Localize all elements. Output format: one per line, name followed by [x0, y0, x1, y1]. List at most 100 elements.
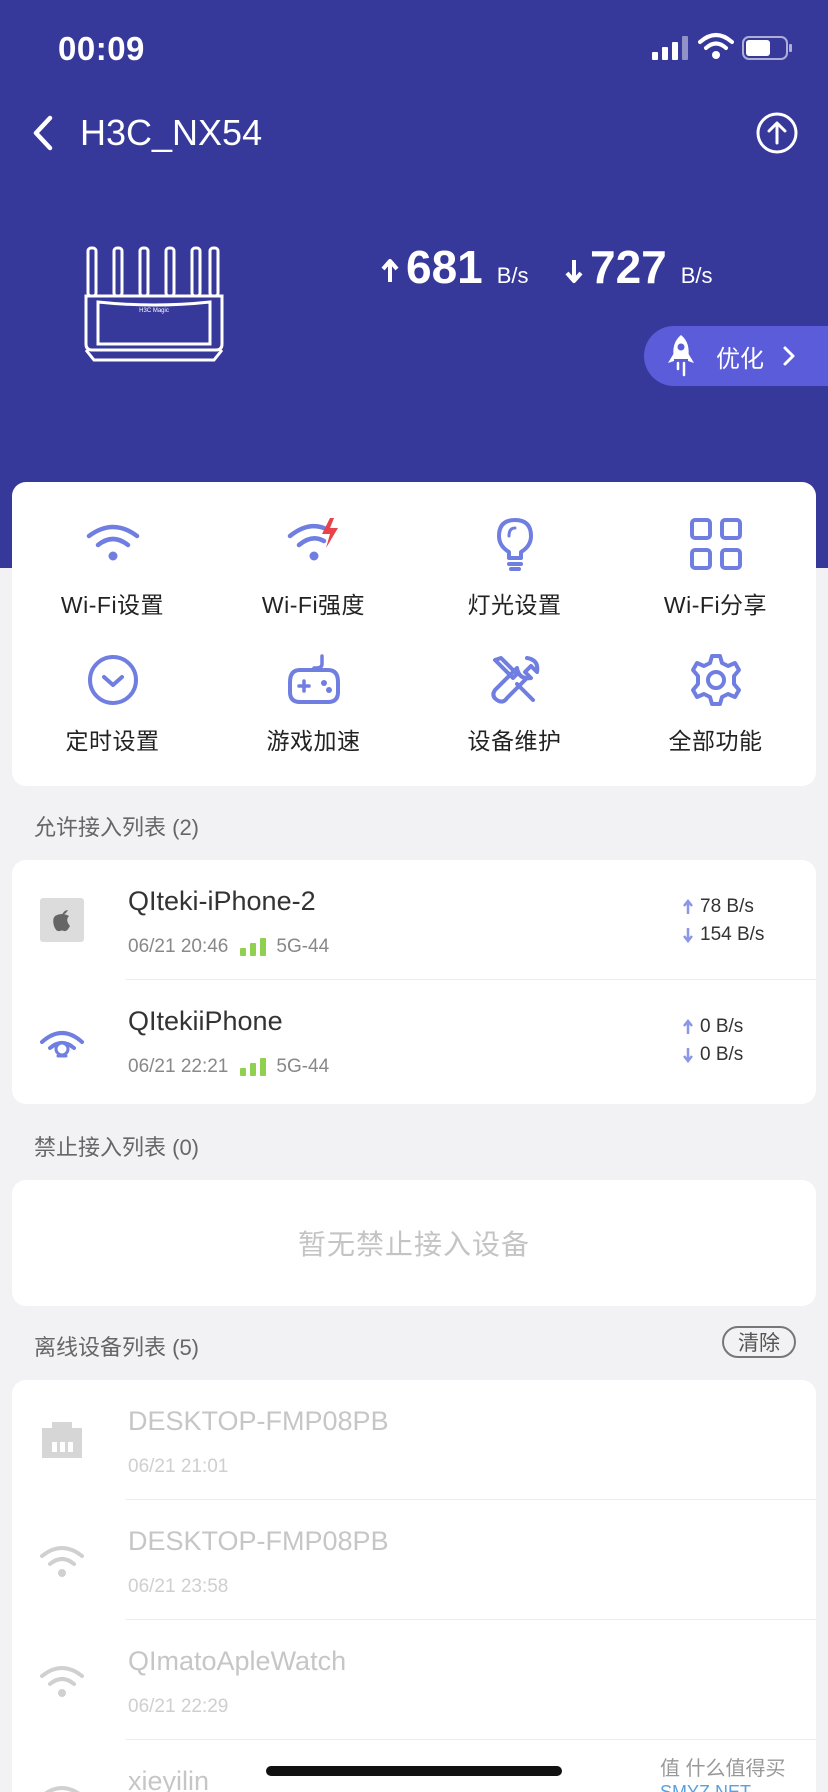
func-label: Wi-Fi设置 — [60, 592, 165, 618]
download-speed-unit: B/s — [680, 263, 713, 288]
watermark-text: 值 什么值得买 — [660, 1758, 786, 1780]
wifi-strength-button[interactable]: Wi-Fi强度 — [213, 516, 414, 620]
status-bar: 00:09 — [0, 0, 828, 100]
function-grid: Wi-Fi设置 Wi-Fi强度 灯光设置 Wi-Fi分享 定时设置 游戏加速 设… — [12, 482, 816, 786]
list-item[interactable]: DESKTOP-FMP08PB 06/21 21:01 — [12, 1380, 816, 1500]
signal-bars-icon — [240, 1058, 267, 1076]
ethernet-icon — [42, 1422, 82, 1458]
wifi-status-icon — [698, 33, 734, 59]
list-item[interactable]: QIteki-iPhone-2 06/21 20:46 5G-44 78 B/s… — [12, 860, 816, 980]
device-time: 06/21 20:46 — [128, 936, 229, 957]
download-value: 0 B/s — [700, 1044, 744, 1065]
blocked-list-title: 禁止接入列表 (0) — [34, 1135, 200, 1160]
func-label: 全部功能 — [668, 728, 763, 754]
upload-speed-value: 681 — [406, 241, 483, 293]
device-maintenance-button[interactable]: 设备维护 — [414, 652, 615, 756]
allowed-list-title: 允许接入列表 (2) — [34, 815, 200, 840]
upload-value: 0 B/s — [700, 1016, 744, 1037]
watermark: 值 什么值得买 SMYZ.NET — [660, 1752, 828, 1792]
status-time: 00:09 — [58, 30, 145, 67]
timer-settings-button[interactable]: 定时设置 — [12, 652, 213, 756]
wireless-device-icon — [40, 1031, 84, 1058]
optimize-button[interactable]: 优化 — [644, 326, 828, 386]
download-arrow-icon — [683, 1048, 693, 1063]
apple-icon — [40, 898, 84, 942]
device-download-speed: 0 B/s — [682, 1044, 743, 1066]
device-name: DESKTOP-FMP08PB — [128, 1406, 389, 1436]
device-band: 5G-44 — [276, 1056, 330, 1077]
upload-speed: 681 B/s — [380, 240, 529, 294]
device-time: 06/21 21:01 — [128, 1456, 229, 1477]
device-name: QImatoApleWatch — [128, 1646, 347, 1676]
optimize-label: 优化 — [716, 345, 764, 373]
light-bulb-icon — [496, 518, 533, 571]
func-label: Wi-Fi分享 — [663, 592, 768, 618]
wifi-strength-icon — [287, 518, 338, 561]
light-settings-button[interactable]: 灯光设置 — [414, 516, 615, 620]
list-item[interactable]: DESKTOP-FMP08PB 06/21 23:58 — [12, 1500, 816, 1620]
all-functions-button[interactable]: 全部功能 — [615, 652, 816, 756]
router-image: H3C Magic — [84, 246, 224, 362]
device-meta: 06/21 22:29 — [128, 1696, 228, 1718]
game-boost-button[interactable]: 游戏加速 — [213, 652, 414, 756]
upgrade-icon[interactable] — [756, 112, 798, 154]
download-speed: 727 B/s — [564, 240, 713, 294]
list-item[interactable]: QItekiiPhone 06/21 22:21 5G-44 0 B/s 0 B… — [12, 980, 816, 1100]
router-brand-logo: H3C Magic — [139, 308, 169, 314]
device-time: 06/21 22:21 — [128, 1056, 229, 1077]
wifi-settings-button[interactable]: Wi-Fi设置 — [12, 516, 213, 620]
clear-button[interactable]: 清除 — [722, 1326, 796, 1358]
nav-bar: H3C_NX54 — [0, 100, 828, 166]
wifi-share-button[interactable]: Wi-Fi分享 — [615, 516, 816, 620]
wifi-icon — [86, 524, 139, 561]
chevron-right-icon — [783, 346, 795, 366]
wifi-icon — [40, 1666, 84, 1697]
func-label: 设备维护 — [467, 728, 562, 754]
list-item[interactable]: QImatoApleWatch 06/21 22:29 — [12, 1620, 816, 1740]
upload-speed-unit: B/s — [496, 263, 529, 288]
gear-icon — [690, 654, 741, 706]
signal-bars-icon — [240, 938, 267, 956]
wifi-icon — [44, 1786, 80, 1792]
device-meta: 06/21 21:01 — [128, 1456, 228, 1478]
download-value: 154 B/s — [700, 924, 765, 945]
device-meta: 06/21 20:46 5G-44 — [128, 936, 329, 958]
download-arrow-icon — [565, 260, 583, 283]
func-label: 灯光设置 — [467, 592, 562, 618]
offline-device-list: DESKTOP-FMP08PB 06/21 21:01 DESKTOP-FMP0… — [12, 1380, 816, 1792]
device-time: 06/21 23:58 — [128, 1576, 229, 1597]
device-name: QItekiiPhone — [128, 1006, 283, 1036]
download-speed-value: 727 — [590, 241, 667, 293]
wifi-icon — [40, 1546, 84, 1577]
func-label: 定时设置 — [65, 728, 160, 754]
home-indicator — [266, 1766, 562, 1776]
device-name: QIteki-iPhone-2 — [128, 886, 316, 916]
blocked-device-list: 暂无禁止接入设备 — [12, 1180, 816, 1306]
empty-state-text: 暂无禁止接入设备 — [297, 1229, 530, 1260]
device-upload-speed: 0 B/s — [682, 1016, 743, 1038]
device-meta: 06/21 22:21 5G-44 — [128, 1056, 329, 1078]
func-label: Wi-Fi强度 — [261, 592, 366, 618]
cellular-signal-icon — [652, 36, 688, 60]
allowed-device-list: QIteki-iPhone-2 06/21 20:46 5G-44 78 B/s… — [12, 860, 816, 1104]
watermark-site: SMYZ.NET — [660, 1782, 752, 1792]
device-band: 5G-44 — [276, 936, 330, 957]
qr-code-icon — [689, 518, 742, 570]
offline-list-title: 离线设备列表 (5) — [34, 1335, 200, 1360]
battery-icon — [742, 36, 792, 60]
upload-value: 78 B/s — [700, 896, 754, 917]
upload-arrow-icon — [683, 899, 693, 914]
device-name: DESKTOP-FMP08PB — [128, 1526, 389, 1556]
timer-icon — [87, 655, 138, 705]
device-name: xieyilin — [128, 1766, 210, 1792]
gamepad-icon — [287, 654, 340, 704]
back-icon[interactable] — [28, 112, 58, 154]
device-meta: 06/21 23:58 — [128, 1576, 228, 1598]
upload-arrow-icon — [683, 1019, 693, 1034]
tools-icon — [490, 656, 539, 704]
func-label: 游戏加速 — [266, 728, 361, 754]
download-arrow-icon — [683, 928, 693, 943]
upload-arrow-icon — [381, 259, 399, 282]
rocket-icon — [668, 335, 694, 377]
device-download-speed: 154 B/s — [682, 924, 764, 946]
